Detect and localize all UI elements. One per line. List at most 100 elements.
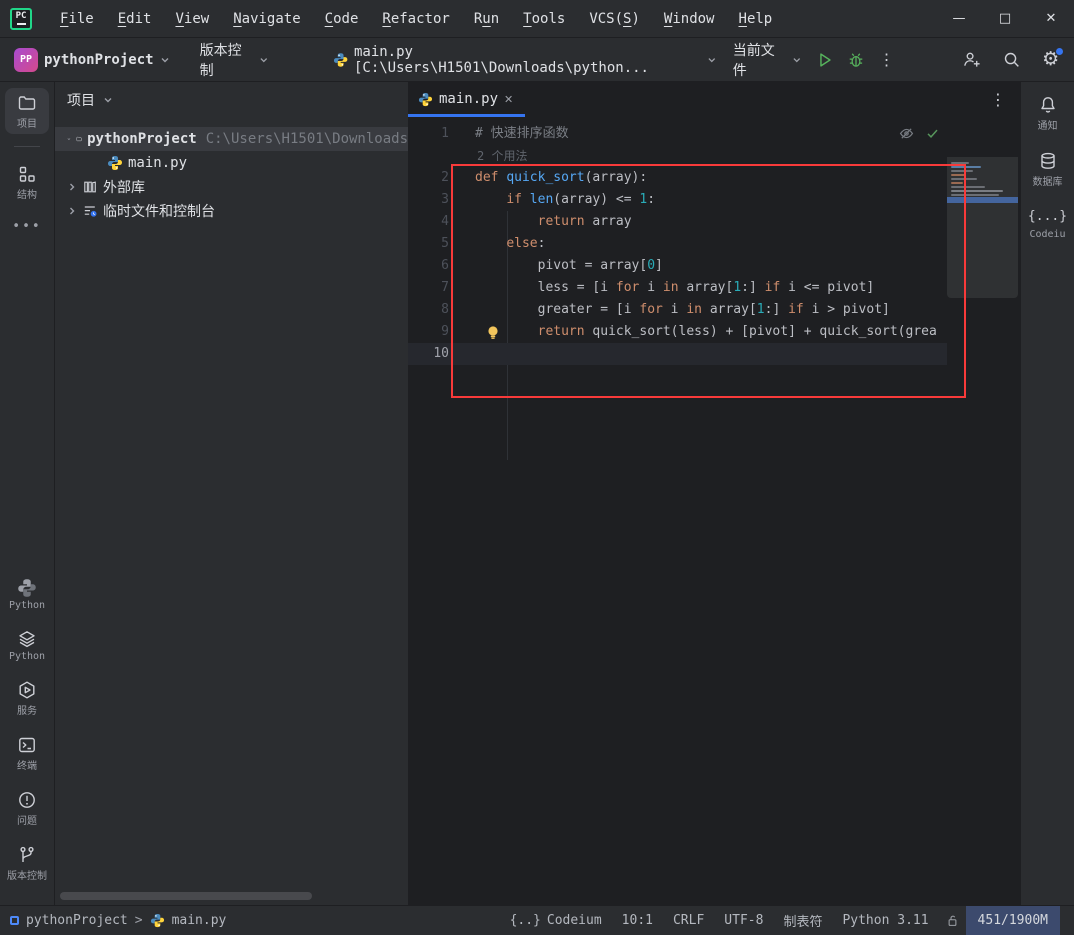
window-controls: — □ ✕	[936, 0, 1074, 37]
tree-row-external-libraries[interactable]: 外部库	[55, 175, 408, 199]
project-horizontal-scrollbar[interactable]	[60, 892, 312, 900]
code-editor[interactable]: 1# 快速排序函数2 个用法2def quick_sort(array):3 i…	[408, 117, 1020, 905]
project-widget[interactable]: PP pythonProject	[6, 44, 178, 76]
code-text: else:	[455, 233, 545, 255]
line-number[interactable]: 9	[408, 321, 455, 343]
tab-close-icon[interactable]: ✕	[504, 93, 513, 106]
highlighting-off-eye-icon[interactable]	[898, 125, 915, 142]
memory-indicator[interactable]: 451/1900M	[966, 906, 1060, 935]
line-number[interactable]: 10	[408, 343, 455, 365]
editor-options-kebab-icon[interactable]: ⋮	[990, 90, 1006, 109]
line-number[interactable]: 3	[408, 189, 455, 211]
line-number[interactable]: 6	[408, 255, 455, 277]
vcs-widget[interactable]: 版本控制	[192, 36, 277, 84]
pycharm-logo-icon[interactable]: PC	[10, 8, 32, 30]
chevron-down-icon[interactable]	[67, 134, 71, 144]
python-file-icon	[150, 913, 165, 928]
tree-row-scratches[interactable]: 临时文件和控制台	[55, 199, 408, 223]
main-menu: FileEditViewNavigateCodeRefactorRunTools…	[50, 7, 782, 31]
encoding-widget[interactable]: UTF-8	[714, 906, 773, 935]
code-with-me-button[interactable]	[956, 46, 987, 74]
inspections-ok-check-icon[interactable]	[925, 126, 940, 141]
sidebar-item-label: Python	[9, 600, 45, 611]
menu-item-view[interactable]: View	[165, 7, 219, 31]
caret-position-widget[interactable]: 10:1	[612, 906, 663, 935]
sidebar-item-python-console[interactable]: Python	[5, 573, 49, 615]
sidebar-item-project[interactable]: 项目	[5, 88, 49, 134]
search-everywhere-button[interactable]	[997, 46, 1028, 74]
code-line[interactable]: 7 less = [i for i in array[1:] if i <= p…	[408, 277, 947, 299]
maximize-button[interactable]: □	[982, 0, 1028, 37]
line-number[interactable]: 1	[408, 123, 455, 145]
code-text: greater = [i for i in array[1:] if i > p…	[455, 299, 890, 321]
code-line[interactable]: 9 return quick_sort(less) + [pivot] + qu…	[408, 321, 947, 343]
code-line[interactable]: 4 return array	[408, 211, 947, 233]
menu-item-run[interactable]: Run	[464, 7, 509, 31]
menu-item-refactor[interactable]: Refactor	[372, 7, 459, 31]
code-line[interactable]: 10	[408, 343, 947, 365]
menu-item-code[interactable]: Code	[315, 7, 369, 31]
menu-item-navigate[interactable]: Navigate	[223, 7, 310, 31]
menu-item-window[interactable]: Window	[654, 7, 725, 31]
menu-item-file[interactable]: File	[50, 7, 104, 31]
more-actions-button[interactable]: ⋮	[871, 46, 902, 74]
run-configuration-widget[interactable]: main.py [C:\Users\H1501\Downloads\python…	[325, 40, 725, 80]
sidebar-item-python-packages[interactable]: Python	[5, 624, 49, 666]
sidebar-divider	[14, 146, 40, 147]
project-panel-header[interactable]: 项目	[55, 82, 408, 118]
code-line[interactable]: 1# 快速排序函数	[408, 123, 947, 145]
menu-item-help[interactable]: Help	[729, 7, 783, 31]
menu-item-edit[interactable]: Edit	[108, 7, 162, 31]
codeium-status-widget[interactable]: {..} Codeium	[500, 906, 612, 935]
interpreter-widget[interactable]: Python 3.11	[832, 906, 938, 935]
tree-row-main-py[interactable]: main.py	[55, 151, 408, 175]
minimap[interactable]	[947, 157, 1018, 298]
usages-hint[interactable]: 2 个用法	[408, 145, 947, 167]
menu-item-tools[interactable]: Tools	[513, 7, 575, 31]
line-ending-widget[interactable]: CRLF	[663, 906, 714, 935]
readonly-toggle[interactable]	[939, 906, 966, 935]
line-number[interactable]: 5	[408, 233, 455, 255]
more-tool-windows-button[interactable]: •••	[12, 219, 41, 234]
tree-row-project-root[interactable]: pythonProject C:\Users\H1501\Downloads	[55, 127, 408, 151]
line-number[interactable]: 8	[408, 299, 455, 321]
sidebar-item-notifications[interactable]: 通知	[1026, 90, 1070, 136]
code-text: return array	[455, 211, 632, 233]
add-user-icon	[962, 50, 981, 69]
sidebar-item-version-control[interactable]: 版本控制	[5, 840, 49, 886]
code-line[interactable]: 8 greater = [i for i in array[1:] if i >…	[408, 299, 947, 321]
breadcrumb-project[interactable]: pythonProject	[26, 913, 128, 928]
line-number[interactable]: 4	[408, 211, 455, 233]
code-text: def quick_sort(array):	[455, 167, 647, 189]
settings-button[interactable]: ⚙	[1035, 46, 1066, 74]
tab-main-py[interactable]: main.py ✕	[408, 82, 525, 117]
line-number[interactable]: 2	[408, 167, 455, 189]
editor-area: main.py ✕ ⋮ 1# 快速排序函数2 个用法2def quick_sor…	[408, 82, 1020, 905]
code-line[interactable]: 2def quick_sort(array):	[408, 167, 947, 189]
sidebar-item-database[interactable]: 数据库	[1026, 146, 1070, 192]
run-button[interactable]	[810, 46, 841, 74]
minimize-button[interactable]: —	[936, 0, 982, 37]
breadcrumb-file[interactable]: main.py	[172, 913, 227, 928]
chevron-right-icon[interactable]	[67, 182, 77, 192]
sidebar-item-terminal[interactable]: 终端	[5, 730, 49, 776]
sidebar-item-codeium[interactable]: {...} Codeiu	[1026, 202, 1070, 244]
debug-button[interactable]	[841, 46, 872, 74]
titlebar: PC FileEditViewNavigateCodeRefactorRunTo…	[0, 0, 1074, 38]
indent-widget[interactable]: 制表符	[773, 906, 832, 935]
sidebar-item-problems[interactable]: 问题	[5, 785, 49, 831]
sidebar-item-structure[interactable]: 结构	[5, 159, 49, 205]
current-file-widget[interactable]: 当前文件	[725, 36, 810, 84]
breadcrumb[interactable]: pythonProject > main.py	[0, 913, 226, 928]
close-button[interactable]: ✕	[1028, 0, 1074, 37]
chevron-right-icon[interactable]	[67, 206, 77, 216]
code-line[interactable]: 5 else:	[408, 233, 947, 255]
line-number[interactable]: 7	[408, 277, 455, 299]
menu-item-vcs[interactable]: VCS(S)	[579, 7, 650, 31]
line-number[interactable]	[408, 145, 455, 167]
code-line[interactable]: 3 if len(array) <= 1:	[408, 189, 947, 211]
sidebar-item-services[interactable]: 服务	[5, 675, 49, 721]
code-line[interactable]: 6 pivot = array[0]	[408, 255, 947, 277]
code-text	[455, 343, 475, 365]
intention-bulb-icon[interactable]	[486, 325, 500, 340]
